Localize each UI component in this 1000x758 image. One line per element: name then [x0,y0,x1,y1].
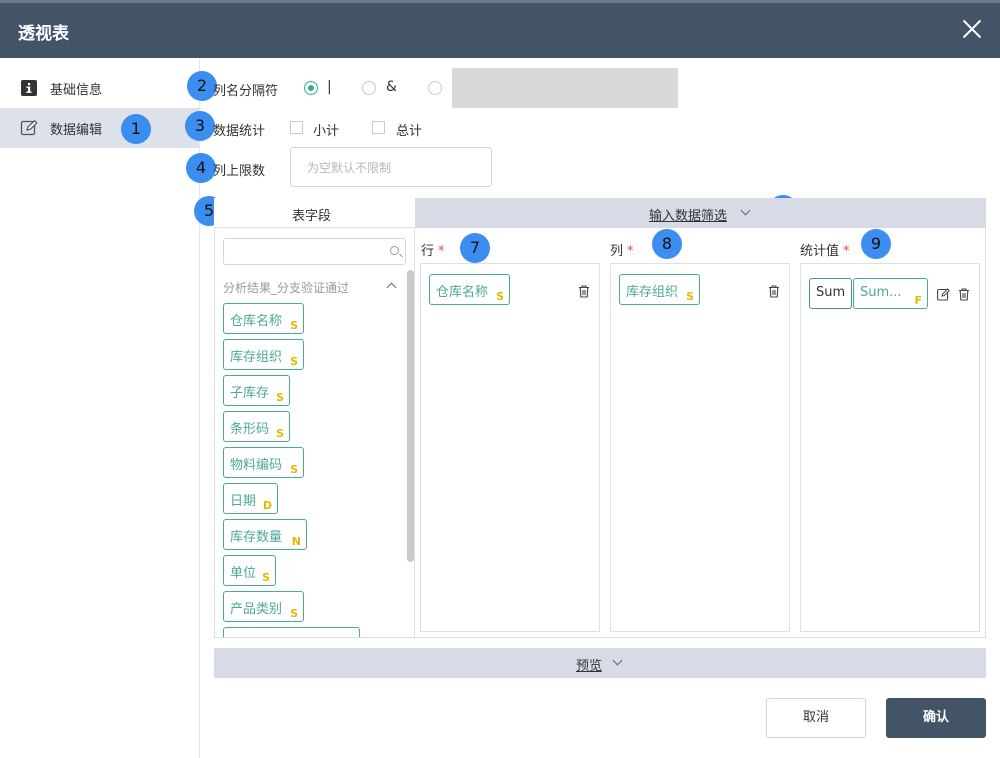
sidebar-item-label: 基础信息 [50,83,103,98]
chevron-down-icon [740,205,751,216]
field-name: 子库存 [230,386,270,401]
col-limit-input[interactable]: 为空默认不限制 [290,147,492,187]
data-filter-bar[interactable]: 输入数据筛选 [415,198,986,228]
dialog-title: 透视表 [18,24,69,44]
pivot-dialog: 透视表 基础信息 数据编辑 1 2 3 4 5 6 7 8 9 [0,0,1000,758]
col-limit-placeholder: 为空默认不限制 [307,161,392,175]
field-chip-partial[interactable] [223,627,360,637]
field-type: S [262,571,270,584]
values-section-label: 统计值 * [800,244,850,259]
field-type: S [290,463,298,476]
separator-radio-custom[interactable] [428,81,442,95]
field-name: 库存组织 [230,350,283,365]
field-name: 产品类别 [230,602,283,617]
sidebar-item-label: 数据编辑 [50,123,103,138]
cancel-button[interactable]: 取消 [766,698,866,738]
sidebar: 基础信息 数据编辑 [0,58,200,758]
edit-icon [20,120,38,136]
preview-bar[interactable]: 预览 [214,648,986,678]
field-name: 日期 [230,494,257,509]
field-type: S [276,391,284,404]
field-name: 物料编码 [230,458,283,473]
field-name: 单位 [230,566,257,581]
fields-header-title: 表字段 [292,209,332,224]
data-filter-label: 输入数据筛选 [649,209,728,224]
cols-drop-zone[interactable]: 库存组织 S [610,263,790,632]
field-chip[interactable]: 物料编码 S [223,447,304,478]
sidebar-item-data-edit[interactable]: 数据编辑 [0,108,199,148]
field-chip[interactable]: 库存组织 S [223,339,304,370]
field-name: 库存数量 [230,530,283,545]
field-type: D [262,499,272,512]
field-type: N [291,535,301,548]
fields-scrollbar[interactable] [407,270,414,562]
total-label: 总计 [396,124,423,139]
fields-header: 表字段 [214,198,415,228]
field-chip[interactable]: 单位 S [223,555,276,586]
callout-badge-1: 1 [121,114,151,144]
field-type: S [290,607,298,620]
subtotal-checkbox[interactable] [290,121,303,134]
field-chip[interactable]: 子库存 S [223,375,290,406]
cols-section-label: 列 * [610,244,634,259]
callout-badge-4: 4 [186,153,216,183]
field-name: 库存组织 [626,285,679,300]
field-name: 条形码 [230,422,270,437]
field-type: S [290,355,298,368]
field-chip[interactable]: 日期 D [223,483,278,514]
field-search-input[interactable] [223,238,406,265]
separator-label: 列名分隔符 [213,84,279,99]
separator-custom-input[interactable] [452,68,678,108]
trash-icon[interactable] [578,285,590,298]
chevron-down-icon [612,655,623,666]
field-name: 仓库名称 [230,314,283,329]
rows-section-label: 行 * [421,244,445,259]
field-type: S [290,319,298,332]
field-type: F [914,294,922,307]
separator-radio-amp[interactable] [362,81,376,95]
dialog-header: 透视表 [0,3,1000,58]
row-field-chip[interactable]: 仓库名称 S [429,274,510,305]
values-drop-zone[interactable]: Sum Sum... F [800,263,980,632]
trash-icon[interactable] [958,288,970,301]
edit-icon[interactable] [937,288,950,301]
field-chip[interactable]: 产品类别 S [223,591,304,622]
aggregate-function-label: Sum [816,285,846,300]
field-chip[interactable]: 条形码 S [223,411,290,442]
field-type: S [686,290,694,303]
total-checkbox[interactable] [372,121,385,134]
close-icon[interactable] [960,17,984,41]
value-field-chip[interactable]: Sum... F [853,278,928,309]
separator-option-amp: & [386,79,397,95]
col-limit-label: 列上限数 [213,164,266,179]
subtotal-label: 小计 [313,124,340,139]
field-chip[interactable]: 仓库名称 S [223,303,304,334]
info-icon [21,80,37,96]
rows-drop-zone[interactable]: 仓库名称 S [420,263,600,632]
aggregate-function-select[interactable]: Sum [809,278,852,309]
separator-radio-pipe[interactable] [304,81,318,95]
stats-label: 数据统计 [213,124,266,139]
search-icon [390,246,399,255]
field-name: 仓库名称 [436,285,489,300]
field-group-label: 分析结果_分支验证通过 [223,281,350,295]
field-name: Sum... [860,285,902,300]
confirm-button[interactable]: 确认 [886,698,986,738]
sidebar-item-basic-info[interactable]: 基础信息 [0,68,199,108]
callout-badge-3: 3 [185,111,215,141]
field-type: S [496,290,504,303]
field-type: S [276,427,284,440]
col-field-chip[interactable]: 库存组织 S [619,274,700,305]
field-chip[interactable]: 库存数量 N [223,519,307,550]
separator-option-pipe: | [327,79,332,95]
preview-label: 预览 [576,659,603,674]
trash-icon[interactable] [768,285,780,298]
